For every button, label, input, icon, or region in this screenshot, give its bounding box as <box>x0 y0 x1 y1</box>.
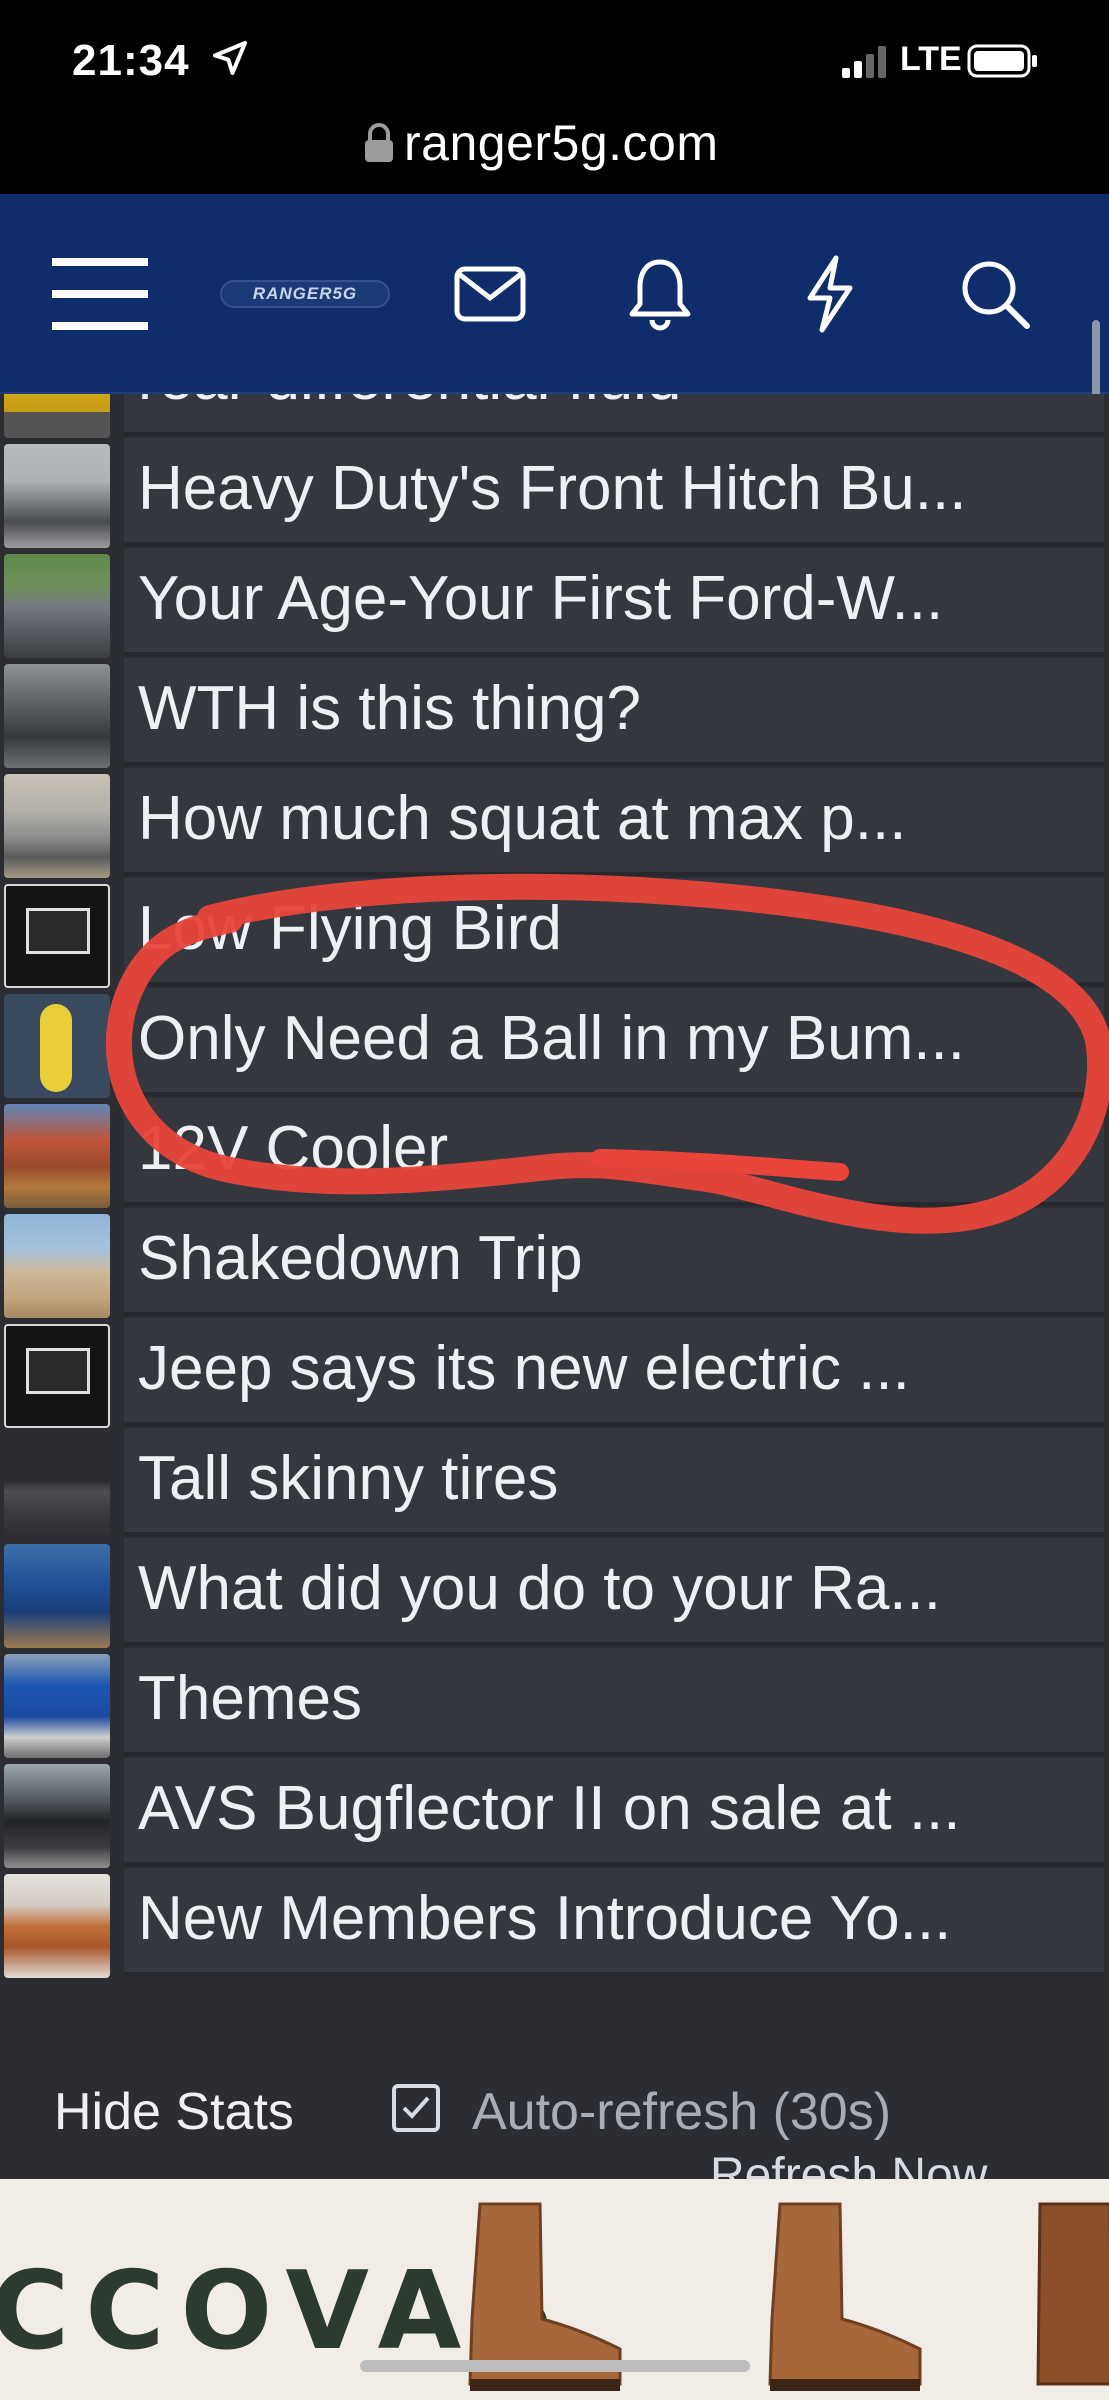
mail-icon <box>454 266 526 322</box>
thread-row[interactable]: Shakedown Trip <box>0 1208 1109 1318</box>
thread-row[interactable]: Tall skinny tires <box>0 1428 1109 1538</box>
hide-stats-link[interactable]: Hide Stats <box>54 2082 294 2142</box>
status-time: 21:34 <box>72 36 190 85</box>
thread-title[interactable]: Shakedown Trip <box>138 1222 1088 1296</box>
lock-icon <box>365 123 393 162</box>
thread-row[interactable]: Heavy Duty's Front Hitch Bu... <box>0 438 1109 548</box>
thread-thumbnail[interactable] <box>4 1324 110 1428</box>
thread-thumbnail[interactable] <box>4 1214 110 1318</box>
url-text[interactable]: ranger5g.com <box>404 114 719 172</box>
thread-thumbnail[interactable] <box>4 664 110 768</box>
thread-title[interactable]: How much squat at max p... <box>138 782 1088 856</box>
site-logo[interactable]: RANGER5G <box>210 194 400 394</box>
thread-row[interactable]: Low Flying Bird <box>0 878 1109 988</box>
thread-row[interactable]: Your Age-Your First Ford-W... <box>0 548 1109 658</box>
screen: 21:34 LTE ranger5g.com RANGER5G Heavy Du… <box>0 0 1109 2400</box>
status-bar: 21:34 LTE <box>0 0 1109 108</box>
hamburger-icon <box>52 258 148 330</box>
thread-row[interactable]: Jeep says its new electric ... <box>0 1318 1109 1428</box>
bell-icon <box>629 259 691 331</box>
thread-thumbnail[interactable] <box>4 1764 110 1868</box>
thread-row[interactable]: 12V Cooler <box>0 1098 1109 1208</box>
search-icon <box>962 261 1030 329</box>
url-bar[interactable]: ranger5g.com <box>0 108 1109 194</box>
thread-title[interactable]: rear differential fluid <box>138 394 1088 416</box>
signal-strength-icon <box>842 46 886 78</box>
thread-row[interactable]: WTH is this thing? <box>0 658 1109 768</box>
thread-row[interactable]: rear differential fluid <box>0 394 1109 438</box>
home-indicator[interactable] <box>360 2360 750 2372</box>
thread-title[interactable]: WTH is this thing? <box>138 672 1088 746</box>
thread-thumbnail[interactable] <box>4 774 110 878</box>
network-type: LTE <box>900 40 962 78</box>
checkmark-icon <box>402 2096 430 2119</box>
thread-row[interactable]: What did you do to your Ra... <box>0 1538 1109 1648</box>
widget-footer: Hide Stats Auto-refresh (30s) Refresh No… <box>0 2014 1109 2202</box>
thread-thumbnail[interactable] <box>4 1654 110 1758</box>
thread-thumbnail[interactable] <box>4 444 110 548</box>
thread-title[interactable]: Heavy Duty's Front Hitch Bu... <box>138 452 1088 526</box>
thread-row[interactable]: New Members Introduce Yo... <box>0 1868 1109 1978</box>
thread-title[interactable]: 12V Cooler <box>138 1112 1088 1186</box>
thread-thumbnail[interactable] <box>4 394 110 438</box>
whats-new-button[interactable] <box>780 194 880 394</box>
thread-title[interactable]: AVS Bugflector II on sale at ... <box>138 1772 1088 1846</box>
location-arrow-icon <box>213 41 247 75</box>
thread-thumbnail[interactable] <box>4 1104 110 1208</box>
thread-title[interactable]: New Members Introduce Yo... <box>138 1882 1088 1956</box>
thread-title[interactable]: Jeep says its new electric ... <box>138 1332 1088 1406</box>
thread-title[interactable]: Tall skinny tires <box>138 1442 1088 1516</box>
thread-title[interactable]: What did you do to your Ra... <box>138 1552 1088 1626</box>
logo-text: RANGER5G <box>220 280 390 308</box>
thread-list: rear differential fluid Heavy Duty's Fro… <box>0 394 1109 2014</box>
thread-thumbnail[interactable] <box>4 1874 110 1978</box>
thread-row[interactable]: How much squat at max p... <box>0 768 1109 878</box>
thread-thumbnail[interactable] <box>4 994 110 1098</box>
auto-refresh-checkbox[interactable] <box>392 2084 440 2132</box>
thread-row[interactable]: AVS Bugflector II on sale at ... <box>0 1758 1109 1868</box>
battery-icon <box>967 44 1037 78</box>
thread-thumbnail[interactable] <box>4 1434 110 1538</box>
search-button[interactable] <box>945 194 1045 394</box>
thread-thumbnail[interactable] <box>4 554 110 658</box>
boot-image <box>1036 2202 1109 2386</box>
thread-title[interactable]: Only Need a Ball in my Bum... <box>138 1002 1088 1076</box>
lightning-bolt-icon <box>807 255 853 333</box>
thread-thumbnail[interactable] <box>4 1544 110 1648</box>
site-header: RANGER5G <box>0 194 1109 394</box>
thread-row[interactable]: Only Need a Ball in my Bum... <box>0 988 1109 1098</box>
thread-title[interactable]: Low Flying Bird <box>138 892 1088 966</box>
thread-title[interactable]: Your Age-Your First Ford-W... <box>138 562 1088 636</box>
boot-image <box>768 2202 922 2391</box>
alerts-button[interactable] <box>610 194 710 394</box>
auto-refresh-label[interactable]: Auto-refresh (30s) <box>472 2082 891 2142</box>
thread-thumbnail[interactable] <box>4 884 110 988</box>
inbox-button[interactable] <box>440 194 540 394</box>
thread-row[interactable]: Themes <box>0 1648 1109 1758</box>
menu-button[interactable] <box>40 194 160 394</box>
thread-title[interactable]: Themes <box>138 1662 1088 1736</box>
